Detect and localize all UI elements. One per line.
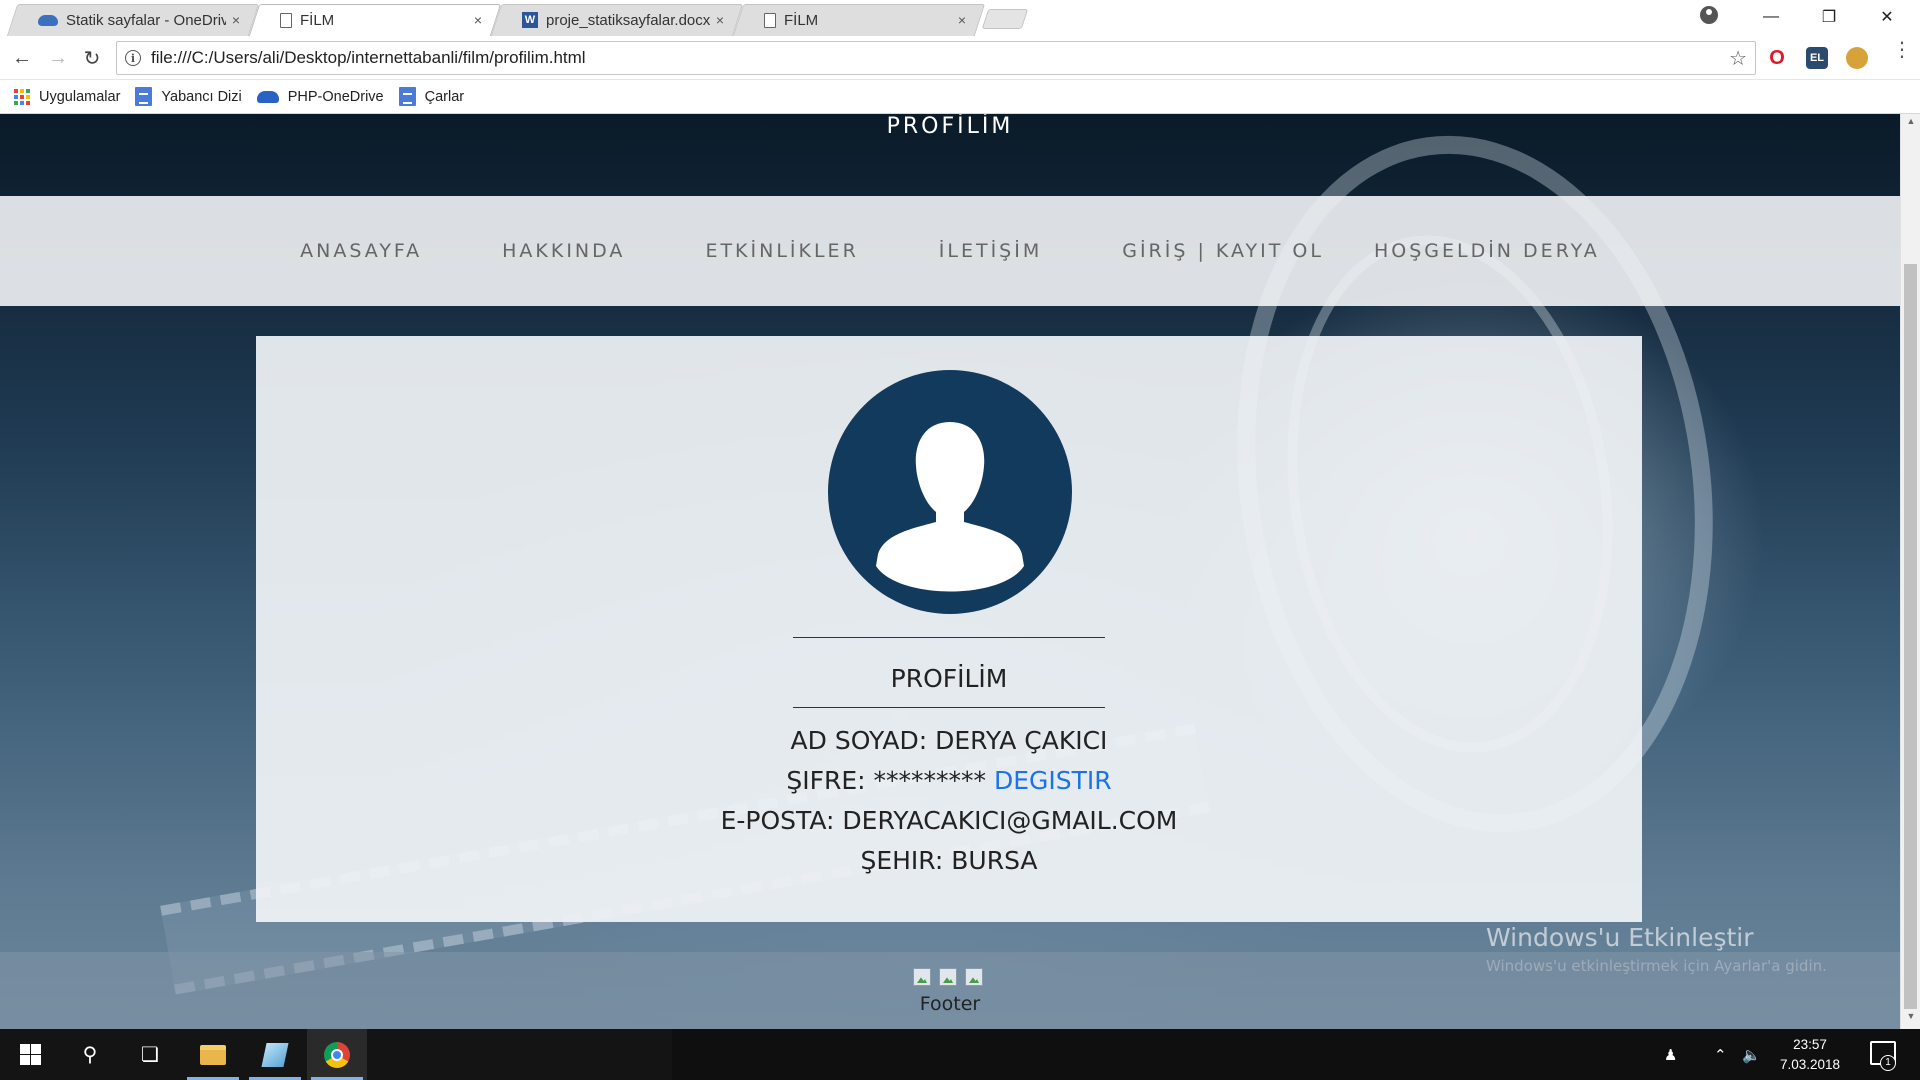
- bookmark-carlar[interactable]: Çarlar: [398, 87, 465, 106]
- nav-link-iletisim[interactable]: İLETİŞİM: [939, 240, 1042, 262]
- nav-link-etkinlikler[interactable]: ETKİNLİKLER: [705, 240, 858, 262]
- page-icon: [280, 12, 292, 28]
- address-bar[interactable]: i file:///C:/Users/ali/Desktop/internett…: [116, 41, 1756, 75]
- bookmark-apps[interactable]: Uygulamalar: [14, 88, 121, 105]
- taskbar-file-explorer[interactable]: [183, 1029, 243, 1080]
- notification-badge: 1: [1880, 1055, 1896, 1071]
- clock-date: 7.03.2018: [1779, 1057, 1841, 1072]
- task-view-icon[interactable]: ❏: [120, 1029, 180, 1080]
- close-icon[interactable]: ×: [474, 12, 482, 28]
- scroll-down-arrow-icon[interactable]: ▼: [1901, 1011, 1920, 1027]
- onedrive-icon: [38, 14, 58, 26]
- close-icon[interactable]: ×: [232, 12, 240, 28]
- start-button[interactable]: [0, 1029, 60, 1080]
- site-title: PROFİLİM: [886, 114, 1014, 139]
- word-icon: W: [522, 12, 538, 28]
- taskbar-clock[interactable]: 23:57 7.03.2018: [1770, 1035, 1850, 1075]
- divider: [793, 637, 1105, 638]
- doc-icon: [135, 87, 153, 106]
- tab-word-doc[interactable]: W proje_statiksayfalar.docx ×: [490, 0, 744, 36]
- taskbar-chrome[interactable]: [307, 1029, 367, 1080]
- tray-chevron-icon[interactable]: ⌃: [1714, 1029, 1727, 1080]
- broken-image-icon[interactable]: [939, 968, 957, 986]
- divider: [793, 707, 1105, 708]
- close-icon[interactable]: ×: [958, 12, 966, 28]
- clock-time: 23:57: [1793, 1037, 1827, 1052]
- broken-image-icon[interactable]: [913, 968, 931, 986]
- bookmark-yabanci-dizi[interactable]: Yabancı Dizi: [135, 87, 242, 106]
- doc-icon: [398, 87, 416, 106]
- back-button[interactable]: ←: [8, 44, 36, 72]
- opera-icon[interactable]: O: [1766, 47, 1788, 69]
- bookmark-label: PHP-OneDrive: [287, 88, 384, 105]
- profile-email-row: E-POSTA: DERYACAKICI@GMAIL.COM: [720, 806, 1178, 835]
- apps-grid-icon: [14, 88, 30, 105]
- scrollbar-thumb[interactable]: [1904, 264, 1917, 1009]
- profile-name-row: AD SOYAD: DERYA ÇAKICI: [790, 726, 1108, 755]
- page-viewport: PROFİLİM ANASAYFA HAKKINDA ETKİNLİKLER İ…: [0, 114, 1900, 1029]
- restore-button[interactable]: ❐: [1800, 0, 1858, 34]
- broken-image-icon[interactable]: [965, 968, 983, 986]
- activation-watermark-subtitle: Windows'u etkinleştirmek için Ayarlar'a …: [1486, 957, 1827, 975]
- nav-link-anasayfa[interactable]: ANASAYFA: [300, 240, 422, 262]
- nav-link-giris-kayit[interactable]: GİRİŞ | KAYIT OL: [1122, 240, 1324, 262]
- nav-link-hakkinda[interactable]: HAKKINDA: [502, 240, 625, 262]
- nav-link-hosgeldin[interactable]: HOŞGELDİN DERYA: [1374, 240, 1600, 262]
- app-icon: [261, 1042, 289, 1067]
- new-tab-button[interactable]: [981, 9, 1029, 29]
- browser-toolbar: ← → ↻ i file:///C:/Users/ali/Desktop/int…: [0, 36, 1920, 80]
- tab-onedrive[interactable]: Statik sayfalar - OneDrive ×: [6, 0, 260, 36]
- tab-label: FİLM: [784, 11, 819, 29]
- bookmark-label: Uygulamalar: [39, 88, 121, 105]
- minimize-button[interactable]: —: [1742, 0, 1800, 34]
- url-text[interactable]: file:///C:/Users/ali/Desktop/internettab…: [151, 48, 1729, 68]
- change-password-link[interactable]: DEGISTIR: [994, 766, 1112, 795]
- search-icon[interactable]: ⚲: [60, 1029, 120, 1080]
- onedrive-icon: [256, 90, 279, 103]
- volume-icon[interactable]: 🔈: [1742, 1029, 1761, 1080]
- taskbar-app[interactable]: [245, 1029, 305, 1080]
- bookmarks-bar: Uygulamalar Yabancı Dizi PHP-OneDrive Ça…: [0, 80, 1920, 114]
- password-label: ŞIFRE: *********: [786, 766, 994, 795]
- tab-label: Statik sayfalar - OneDrive: [66, 11, 226, 29]
- browser-tab-strip: Statik sayfalar - OneDrive × FİLM × W pr…: [0, 0, 1920, 36]
- site-header: PROFİLİM: [0, 114, 1900, 196]
- scroll-up-arrow-icon[interactable]: ▲: [1901, 116, 1920, 132]
- windows-logo-icon: [19, 1044, 41, 1065]
- tab-label: proje_statiksayfalar.docx: [546, 11, 710, 29]
- user-avatar-icon: [828, 370, 1072, 614]
- close-icon[interactable]: ×: [716, 12, 724, 28]
- bookmark-star-icon[interactable]: ☆: [1729, 46, 1747, 71]
- page-scrollbar[interactable]: ▲ ▼: [1900, 114, 1920, 1029]
- people-icon[interactable]: ♟: [1664, 1029, 1677, 1080]
- close-window-button[interactable]: ✕: [1858, 0, 1916, 34]
- chrome-icon: [324, 1041, 350, 1068]
- tab-film[interactable]: FİLM ×: [732, 0, 986, 36]
- reload-button[interactable]: ↻: [78, 44, 106, 72]
- menu-icon[interactable]: ⋮: [1892, 40, 1912, 60]
- site-nav: ANASAYFA HAKKINDA ETKİNLİKLER İLETİŞİM G…: [0, 196, 1900, 306]
- profile-city-row: ŞEHIR: BURSA: [860, 846, 1038, 875]
- profile-password-row: ŞIFRE: ********* DEGISTIR: [256, 766, 1642, 795]
- tab-label: FİLM: [300, 11, 335, 29]
- bookmark-php-onedrive[interactable]: PHP-OneDrive: [256, 88, 384, 105]
- page-icon: [764, 12, 776, 28]
- bookmark-label: Yabancı Dizi: [161, 88, 242, 105]
- info-icon[interactable]: i: [125, 50, 141, 66]
- windows-taskbar: ⚲ ❏ ♟ ⌃ 🔈 23:57 7.03.2018 1: [0, 1029, 1920, 1080]
- profile-heading: PROFİLİM: [890, 664, 1008, 693]
- profile-card: PROFİLİM AD SOYAD: DERYA ÇAKICI ŞIFRE: *…: [256, 336, 1642, 922]
- extension-el-icon[interactable]: EL: [1806, 47, 1828, 69]
- forward-button[interactable]: →: [44, 44, 72, 72]
- folder-icon: [200, 1044, 226, 1065]
- cookie-icon[interactable]: [1846, 47, 1868, 69]
- activation-watermark-title: Windows'u Etkinleştir: [1486, 923, 1754, 952]
- account-icon[interactable]: [1700, 6, 1718, 24]
- bookmark-label: Çarlar: [424, 88, 465, 105]
- footer-text: Footer: [919, 993, 981, 1015]
- tab-film-active[interactable]: FİLM ×: [248, 0, 502, 36]
